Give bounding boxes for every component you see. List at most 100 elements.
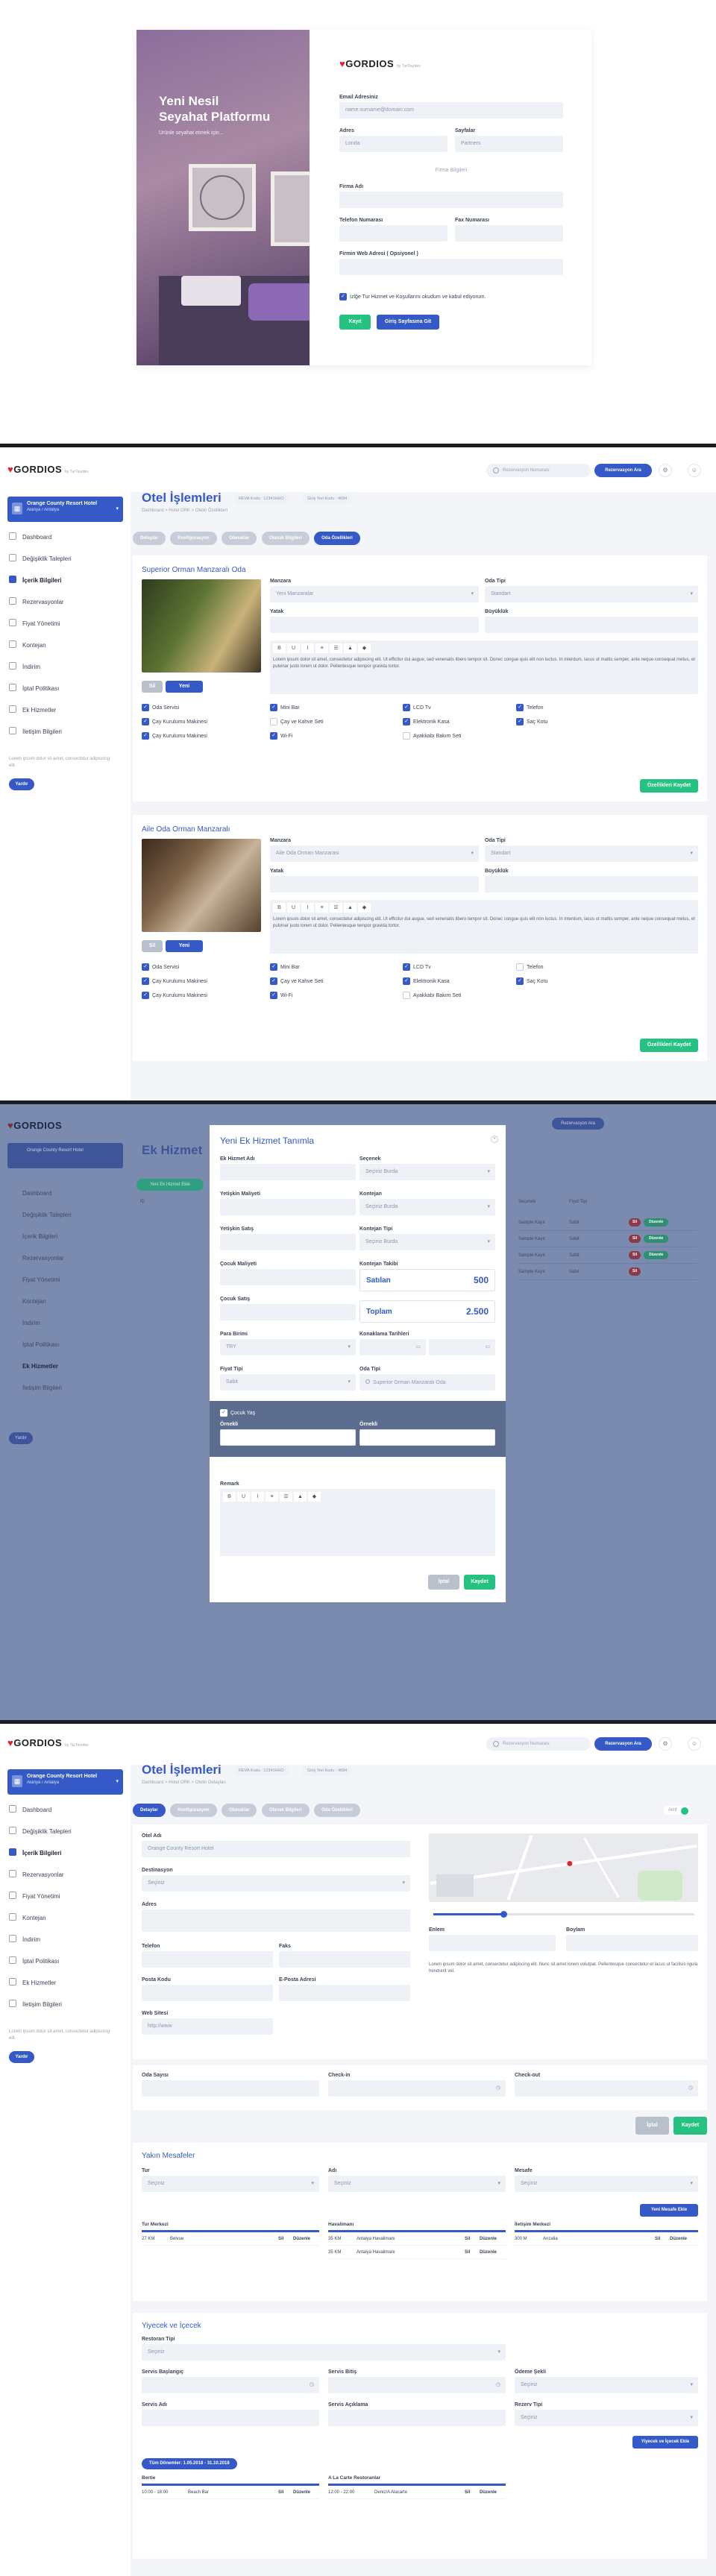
service-name-field[interactable] <box>142 2410 319 2426</box>
room-type-field[interactable]: Superior Orman Manzaralı Oda <box>359 1374 495 1391</box>
delete-button[interactable]: Sil <box>629 1267 641 1276</box>
search-input[interactable]: Rezervasyon Numarası <box>486 464 591 477</box>
edit-button[interactable]: Düzenle <box>644 1251 669 1259</box>
sayfalar-field[interactable]: Partners <box>455 136 563 152</box>
sidebar-item-kontejan[interactable]: Kontejan <box>9 1291 72 1312</box>
currency-select[interactable]: TRY ▾ <box>220 1339 356 1355</box>
reservation-search-button[interactable]: Rezervasyon Ara <box>594 1737 652 1751</box>
tab-oda-ozellikleri[interactable]: Oda Özellikleri <box>314 532 360 545</box>
feature-checkbox[interactable]: Çay ve Kahve Seti <box>270 716 324 729</box>
delete-link[interactable]: Sil <box>278 2237 293 2241</box>
description-editor[interactable]: B U I ≡ ☰ ▲ ◆ Lorem ipsum dolor sit amet, cons… <box>270 640 698 694</box>
sidebar-help-button[interactable]: Yardır <box>9 1432 33 1444</box>
sidebar-item-kontejan[interactable]: Kontejan <box>9 1913 72 1935</box>
child-cost-field[interactable] <box>220 1269 356 1285</box>
sidebar-item-iletisim[interactable]: İletişim Bilgileri <box>9 1377 72 1399</box>
longitude-field[interactable] <box>566 1935 698 1951</box>
quota-type-select[interactable]: Seçiniz Burda ▾ <box>359 1234 495 1250</box>
feature-checkbox[interactable]: ✓ Elektronik Kasa <box>403 716 450 729</box>
feature-checkbox[interactable]: ✓ Mini Bar <box>270 961 300 974</box>
tab-olanaklar[interactable]: Olanaklar <box>222 1804 257 1817</box>
delete-link[interactable]: Sil <box>465 2490 480 2495</box>
user-avatar-icon[interactable]: ☺ <box>688 464 701 477</box>
save-features-button[interactable]: Özellikleri Kaydet <box>640 1039 698 1052</box>
reservation-search-button[interactable]: Rezervasyon Ara <box>594 464 652 477</box>
hotel-selector[interactable]: ▦ Orange County Resort Hotel Alanya / An… <box>7 497 123 522</box>
sidebar-item-ek-hizmetler[interactable]: Ek Hizmetler <box>9 705 72 727</box>
description-editor[interactable]: B U I ≡ ☰ ▲ ◆ Lorem ipsum dolor sit amet, cons… <box>270 900 698 954</box>
name-select[interactable]: Seçiniz ▾ <box>328 2176 506 2192</box>
sidebar-item-icerik[interactable]: İçerik Bilgileri <box>9 1848 72 1870</box>
date-chip[interactable]: Tüm Dönemler: 1.05.2018 - 31.10.2018 <box>142 2458 237 2469</box>
buyukluk-field[interactable] <box>485 876 698 892</box>
tab-olanaklar[interactable]: Olanaklar <box>222 532 257 545</box>
room-count-field[interactable] <box>142 2080 319 2097</box>
fax-field[interactable] <box>279 1951 410 1968</box>
yatak-field[interactable] <box>270 876 479 892</box>
feature-checkbox[interactable]: ✓ Çay Kurulumu Makinesi <box>142 989 207 1003</box>
user-avatar-icon[interactable]: ☺ <box>688 1737 701 1751</box>
sidebar-help-button[interactable]: Yardır <box>9 2051 34 2063</box>
buyukluk-field[interactable] <box>485 617 698 633</box>
terms-checkbox[interactable]: ✓ İzlğe Tur Hizmet ve Koşullarını okudum … <box>339 291 486 304</box>
map-zoom-slider[interactable] <box>433 1911 694 1918</box>
child-age-checkbox[interactable]: ✓ Çocuk Yaş <box>220 1407 255 1420</box>
latitude-field[interactable] <box>429 1935 556 1951</box>
save-button[interactable]: Kaydet <box>673 2117 707 2135</box>
sidebar-item-degisiklik[interactable]: Değişiklik Talepleri <box>9 1204 72 1226</box>
bold-icon[interactable]: B <box>273 643 286 653</box>
feature-checkbox[interactable]: ✓ Elektronik Kasa <box>403 975 450 989</box>
delete-link[interactable]: Sil <box>465 2237 480 2241</box>
delete-link[interactable]: Sil <box>655 2237 670 2241</box>
italic-icon[interactable]: I <box>301 643 314 653</box>
phone-field[interactable] <box>142 1951 273 1968</box>
underline-icon[interactable]: U <box>237 1492 250 1502</box>
sidebar-item-icerik[interactable]: İçerik Bilgileri <box>9 576 72 597</box>
more-icon[interactable]: ◆ <box>358 643 371 653</box>
italic-icon[interactable]: I <box>301 903 314 913</box>
sidebar-item-dashboard[interactable]: Dashboard <box>9 1805 72 1827</box>
hotel-selector[interactable]: ▦ Orange County Resort Hotel Alanya / An… <box>7 1769 123 1795</box>
postal-code-field[interactable] <box>142 1985 273 2001</box>
feature-checkbox[interactable]: ✓ Saç Kotu <box>516 716 547 729</box>
numbered-list-icon[interactable]: ☰ <box>330 643 342 653</box>
feature-checkbox[interactable]: ✓ LCD Tv <box>403 702 431 715</box>
adres-field[interactable]: Londa <box>339 136 448 152</box>
photo-delete-button[interactable]: Sil <box>142 940 163 952</box>
delete-button[interactable]: Sil <box>629 1218 641 1226</box>
giris-button[interactable]: Giriş Sayfasına Git <box>377 315 439 330</box>
edit-link[interactable]: Düzenle <box>480 2237 497 2241</box>
edit-link[interactable]: Düzenle <box>480 2250 497 2255</box>
email-field[interactable] <box>279 1985 410 2001</box>
tab-olanak-bilgileri[interactable]: Olanak Bilgileri <box>261 532 310 545</box>
delete-button[interactable]: Sil <box>629 1235 641 1243</box>
italic-icon[interactable]: I <box>251 1492 264 1502</box>
add-distance-button[interactable]: Yeni Mesafe Ekle <box>640 2204 698 2217</box>
example-field[interactable] <box>220 1429 356 1446</box>
edit-link[interactable]: Düzenle <box>293 2490 310 2495</box>
add-service-button[interactable]: Yeni Ek Hizmet Ekle <box>136 1179 204 1191</box>
more-icon[interactable]: ◆ <box>358 903 371 913</box>
search-input[interactable]: Rezervasyon Numarası <box>486 1737 591 1751</box>
image-icon[interactable]: ▲ <box>344 903 357 913</box>
hotel-map[interactable]: ● <box>429 1833 698 1902</box>
image-icon[interactable]: ▲ <box>294 1492 307 1502</box>
sidebar-item-indirim[interactable]: İndirim <box>9 1312 72 1334</box>
restaurant-type-select[interactable]: Seçiniz ▾ <box>142 2344 506 2361</box>
sidebar-item-iletisim[interactable]: İletişim Bilgileri <box>9 727 72 749</box>
manzara-select[interactable]: Yeni Manzaralar ▾ <box>270 586 479 602</box>
cancel-button[interactable]: İptal <box>635 2117 669 2135</box>
payment-select[interactable]: Seçiniz ▾ <box>515 2377 698 2393</box>
address-field[interactable] <box>142 1909 410 1932</box>
delete-link[interactable]: Sil <box>465 2250 480 2255</box>
feature-checkbox[interactable]: Ayakkabı Bakım Seti <box>403 989 461 1003</box>
firma-adi-field[interactable] <box>339 192 563 208</box>
feature-checkbox[interactable]: ✓ Saç Kotu <box>516 975 547 989</box>
feature-checkbox[interactable]: ✓ Çay Kurulumu Makinesi <box>142 730 207 743</box>
save-button[interactable]: Kaydet <box>464 1575 495 1590</box>
delete-link[interactable]: Sil <box>278 2490 293 2495</box>
slider-handle[interactable] <box>500 1911 507 1918</box>
price-type-select[interactable]: Sabit ▾ <box>220 1374 356 1391</box>
quota-select[interactable]: Seçiniz Burda ▾ <box>359 1199 495 1215</box>
sidebar-item-iptal[interactable]: İptal Politikası <box>9 1334 72 1355</box>
